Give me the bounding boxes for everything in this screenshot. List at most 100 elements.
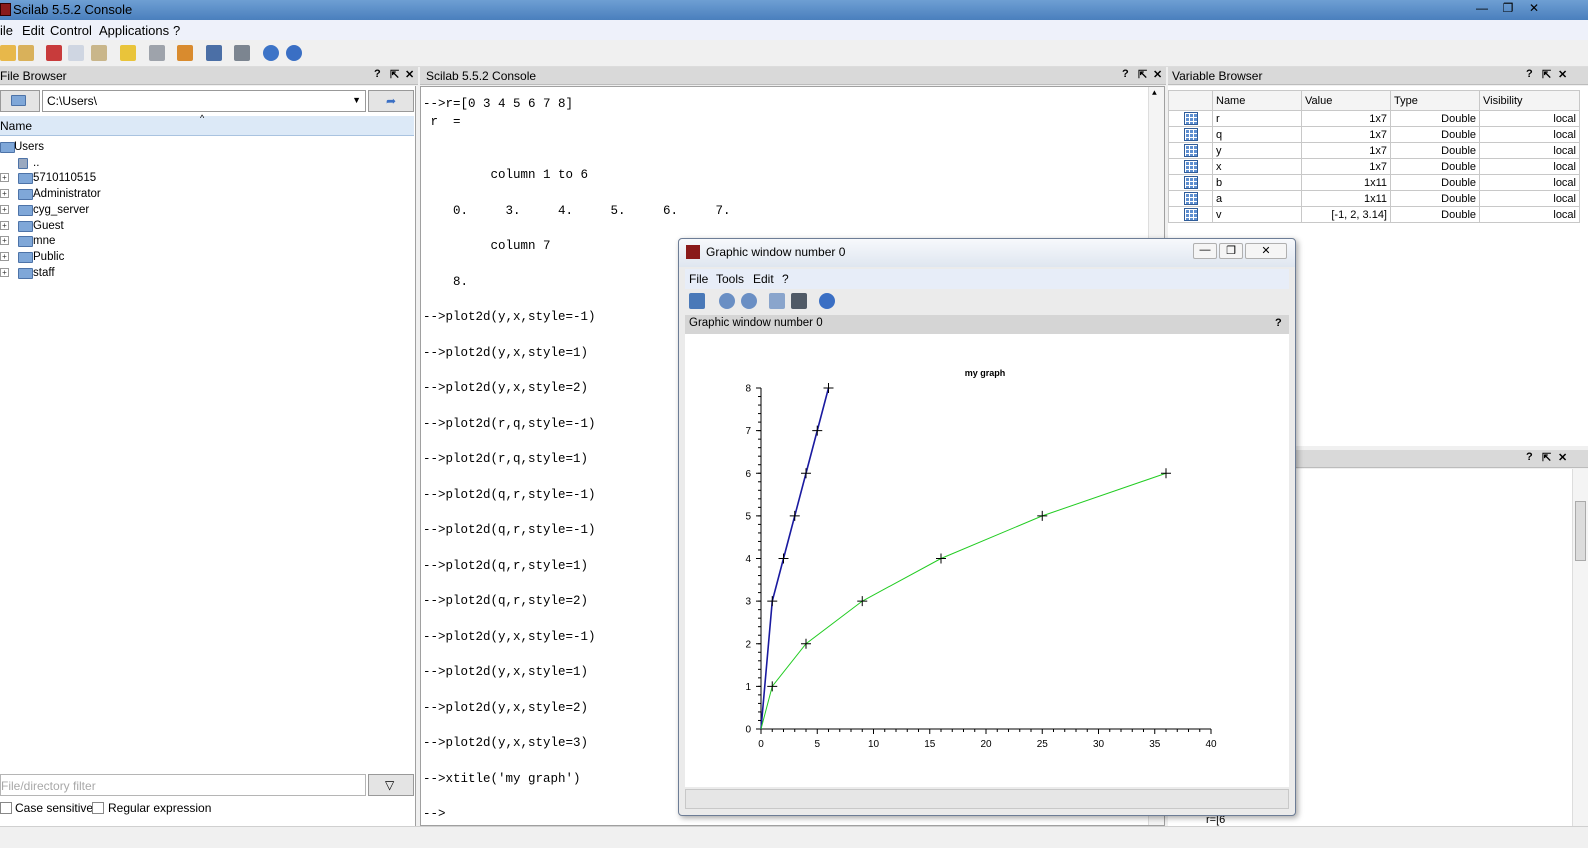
rotate-icon[interactable] — [689, 293, 705, 309]
col-value[interactable]: Value — [1301, 90, 1391, 111]
case-sensitive-checkbox[interactable] — [0, 802, 12, 814]
new-script-icon[interactable] — [0, 45, 16, 61]
data-point-marker — [1161, 468, 1171, 479]
variable-row[interactable]: v [-1, 2, 3.14] Double local — [1168, 206, 1580, 223]
edit-curve-icon[interactable] — [791, 293, 807, 309]
filter-input[interactable]: File/directory filter — [0, 774, 366, 796]
tree-item-label: 5710110515 — [33, 172, 97, 185]
window-title: Scilab 5.5.2 Console — [13, 2, 133, 17]
menu-control[interactable]: Control — [50, 23, 92, 38]
variable-row[interactable]: x 1x7 Double local — [1168, 158, 1580, 175]
variable-type: Double — [1390, 174, 1480, 191]
print-icon[interactable] — [149, 45, 165, 61]
vb-undock-icon[interactable]: ⇱ — [1542, 68, 1551, 81]
expand-icon[interactable]: + — [0, 220, 9, 230]
gw-menu-help[interactable]: ? — [782, 272, 789, 286]
gw-minimize-button[interactable]: — — [1193, 243, 1217, 259]
menu-edit[interactable]: Edit — [22, 23, 44, 38]
path-combobox[interactable]: C:\Users\ ▼ — [42, 90, 366, 112]
console-line: -->plot2d(y,x,style=3) — [423, 736, 589, 751]
regular-expression-checkbox[interactable] — [92, 802, 104, 814]
y-tick-label: 3 — [745, 597, 751, 608]
gw-close-button[interactable]: ✕ — [1245, 243, 1287, 259]
menu-applications[interactable]: Applications — [99, 23, 169, 38]
gw-menu-tools[interactable]: Tools — [716, 272, 744, 286]
variable-row[interactable]: b 1x11 Double local — [1168, 174, 1580, 191]
col-visibility[interactable]: Visibility — [1479, 90, 1580, 111]
gw-help-icon[interactable] — [819, 293, 835, 309]
gw-menu-file[interactable]: File — [689, 272, 708, 286]
module-manager-icon[interactable] — [234, 45, 250, 61]
variable-type: Double — [1390, 158, 1480, 175]
console-close-icon[interactable]: ✕ — [1153, 68, 1162, 81]
variable-name: b — [1212, 174, 1302, 191]
history-help-icon[interactable]: ? — [1526, 451, 1533, 463]
console-line: -->plot2d(y,x,style=1) — [423, 345, 589, 360]
y-tick-label: 1 — [745, 682, 751, 693]
console-line: -->plot2d(y,x,style=2) — [423, 381, 589, 396]
history-close-icon[interactable]: ✕ — [1558, 451, 1567, 464]
maximize-button[interactable]: ❐ — [1496, 1, 1520, 17]
zoom-in-icon[interactable] — [719, 293, 735, 309]
menu-file[interactable]: ile — [0, 23, 13, 38]
scroll-thumb[interactable] — [1575, 501, 1586, 561]
data-point-marker — [936, 553, 946, 564]
paste-icon[interactable] — [91, 45, 107, 61]
graphic-window-title: Graphic window number 0 — [706, 245, 846, 259]
panel-help-icon[interactable]: ? — [374, 68, 381, 80]
tree-item-label: staff — [33, 266, 55, 279]
name-column-header[interactable]: Name ^ — [0, 113, 414, 136]
subheader-help-icon[interactable]: ? — [1275, 317, 1282, 329]
matrix-icon — [1168, 142, 1213, 159]
expand-icon[interactable]: + — [0, 204, 9, 214]
gw-maximize-button[interactable]: ❐ — [1219, 243, 1243, 259]
matrix-icon — [1168, 174, 1213, 191]
history-scrollbar[interactable] — [1572, 469, 1588, 826]
panel-close-icon[interactable]: ✕ — [405, 68, 414, 81]
cut-icon[interactable] — [46, 45, 62, 61]
variable-browser-icon[interactable] — [177, 45, 193, 61]
scroll-up-icon[interactable]: ▲ — [1152, 89, 1157, 98]
expand-icon[interactable]: + — [0, 189, 9, 199]
col-type[interactable]: Type — [1390, 90, 1480, 111]
datatip-icon[interactable] — [769, 293, 785, 309]
variable-row[interactable]: r 1x7 Double local — [1168, 110, 1580, 127]
console-undock-icon[interactable]: ⇱ — [1138, 68, 1147, 81]
menu-help[interactable]: ? — [173, 23, 180, 38]
tree-item-label: cyg_server — [33, 203, 90, 216]
plot-area[interactable]: my graph 0 5 10 15 20 25 30 35 40 0 1 2 3 4 5 6 7 8 — [685, 334, 1289, 787]
close-button[interactable]: ✕ — [1522, 1, 1546, 17]
console-help-icon[interactable]: ? — [1122, 68, 1129, 80]
browse-folder-button[interactable] — [0, 90, 40, 112]
vb-help-icon[interactable]: ? — [1526, 68, 1533, 80]
expand-icon[interactable]: + — [0, 236, 9, 246]
data-point-marker — [1037, 510, 1048, 521]
expand-icon[interactable]: + — [0, 251, 9, 261]
copy-icon[interactable] — [68, 45, 84, 61]
variable-row[interactable]: y 1x7 Double local — [1168, 142, 1580, 159]
demonstrations-icon[interactable] — [263, 45, 279, 61]
chevron-down-icon[interactable]: ▼ — [352, 95, 361, 105]
panel-undock-icon[interactable]: ⇱ — [390, 68, 399, 81]
variable-row[interactable]: q 1x7 Double local — [1168, 126, 1580, 143]
help-icon[interactable] — [286, 45, 302, 61]
graphic-subheader: Graphic window number 0 ? — [685, 315, 1289, 334]
minimize-button[interactable]: — — [1470, 1, 1494, 17]
filter-button[interactable]: ▽ — [368, 774, 414, 796]
tree-item-label: Users — [14, 141, 45, 153]
expand-icon[interactable]: + — [0, 267, 9, 277]
vb-close-icon[interactable]: ✕ — [1558, 68, 1567, 81]
case-sensitive-label: Case sensitive — [15, 801, 94, 815]
expand-icon[interactable]: + — [0, 173, 9, 183]
history-undock-icon[interactable]: ⇱ — [1542, 451, 1551, 464]
funnel-icon: ▽ — [385, 778, 395, 792]
col-name[interactable]: Name — [1212, 90, 1302, 111]
tree-item-label: .. — [33, 156, 40, 169]
open-file-icon[interactable] — [18, 45, 34, 61]
clear-console-icon[interactable] — [120, 45, 136, 61]
variable-row[interactable]: a 1x11 Double local — [1168, 190, 1580, 207]
zoom-out-icon[interactable] — [741, 293, 757, 309]
gw-menu-edit[interactable]: Edit — [753, 272, 774, 286]
go-parent-button[interactable]: ➦ — [368, 90, 414, 112]
xcos-icon[interactable] — [206, 45, 222, 61]
